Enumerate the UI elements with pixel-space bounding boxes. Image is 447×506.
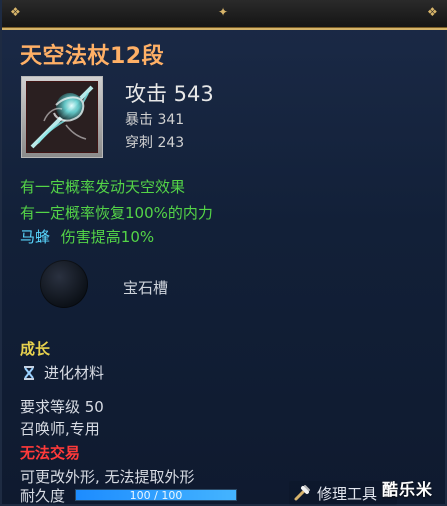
evolve-material-row[interactable]: 进化材料 <box>22 363 105 382</box>
effect-line-2: 有一定概率恢复100%的内力 <box>20 204 213 222</box>
effect-line-3: 马蜂 伤害提高10% <box>20 226 154 247</box>
durability-text: 100 / 100 <box>129 489 183 501</box>
effect-line-3-lead: 马蜂 <box>20 228 51 246</box>
site-watermark: 酷乐米 <box>381 480 433 499</box>
item-title: 天空法杖12段 <box>20 44 165 69</box>
staff-icon <box>26 81 98 153</box>
repair-tool-button[interactable]: 修理工具 2 <box>289 481 397 505</box>
required-level: 要求等级 50 <box>20 398 104 416</box>
evolve-material-label: 进化材料 <box>44 363 105 382</box>
crit-stat: 暴击 341 <box>125 112 185 128</box>
hammer-icon <box>293 484 311 502</box>
effect-line-1: 有一定概率发动天空效果 <box>20 178 186 196</box>
pierce-stat: 穿刺 243 <box>125 135 185 151</box>
durability-bar: 100 / 100 <box>75 489 238 501</box>
attack-stat: 攻击 543 <box>125 82 214 106</box>
class-restriction: 召唤师,专用 <box>20 420 100 438</box>
tooltip-frame-top: ❖ ✦ ❖ <box>2 0 447 30</box>
gem-slot-label: 宝石槽 <box>123 279 169 297</box>
effect-line-3-text: 伤害提高10% <box>60 228 155 246</box>
hourglass-icon <box>22 365 36 380</box>
gem-slot-socket[interactable] <box>40 260 88 308</box>
durability-row: 耐久度 100 / 100 <box>20 486 238 505</box>
item-icon-frame[interactable] <box>21 76 103 158</box>
ornament-right-icon: ❖ <box>427 5 438 19</box>
durability-label: 耐久度 <box>20 486 66 505</box>
ornament-left-icon: ❖ <box>10 5 21 19</box>
growth-title: 成长 <box>20 340 51 358</box>
repair-tool-label: 修理工具 <box>317 484 378 503</box>
item-tooltip: ❖ ✦ ❖ 天空法杖12段 攻击 543 暴击 341 穿刺 243 有一定概率… <box>0 0 447 506</box>
ornament-center-icon: ✦ <box>218 5 229 19</box>
trade-status: 无法交易 <box>20 444 81 462</box>
